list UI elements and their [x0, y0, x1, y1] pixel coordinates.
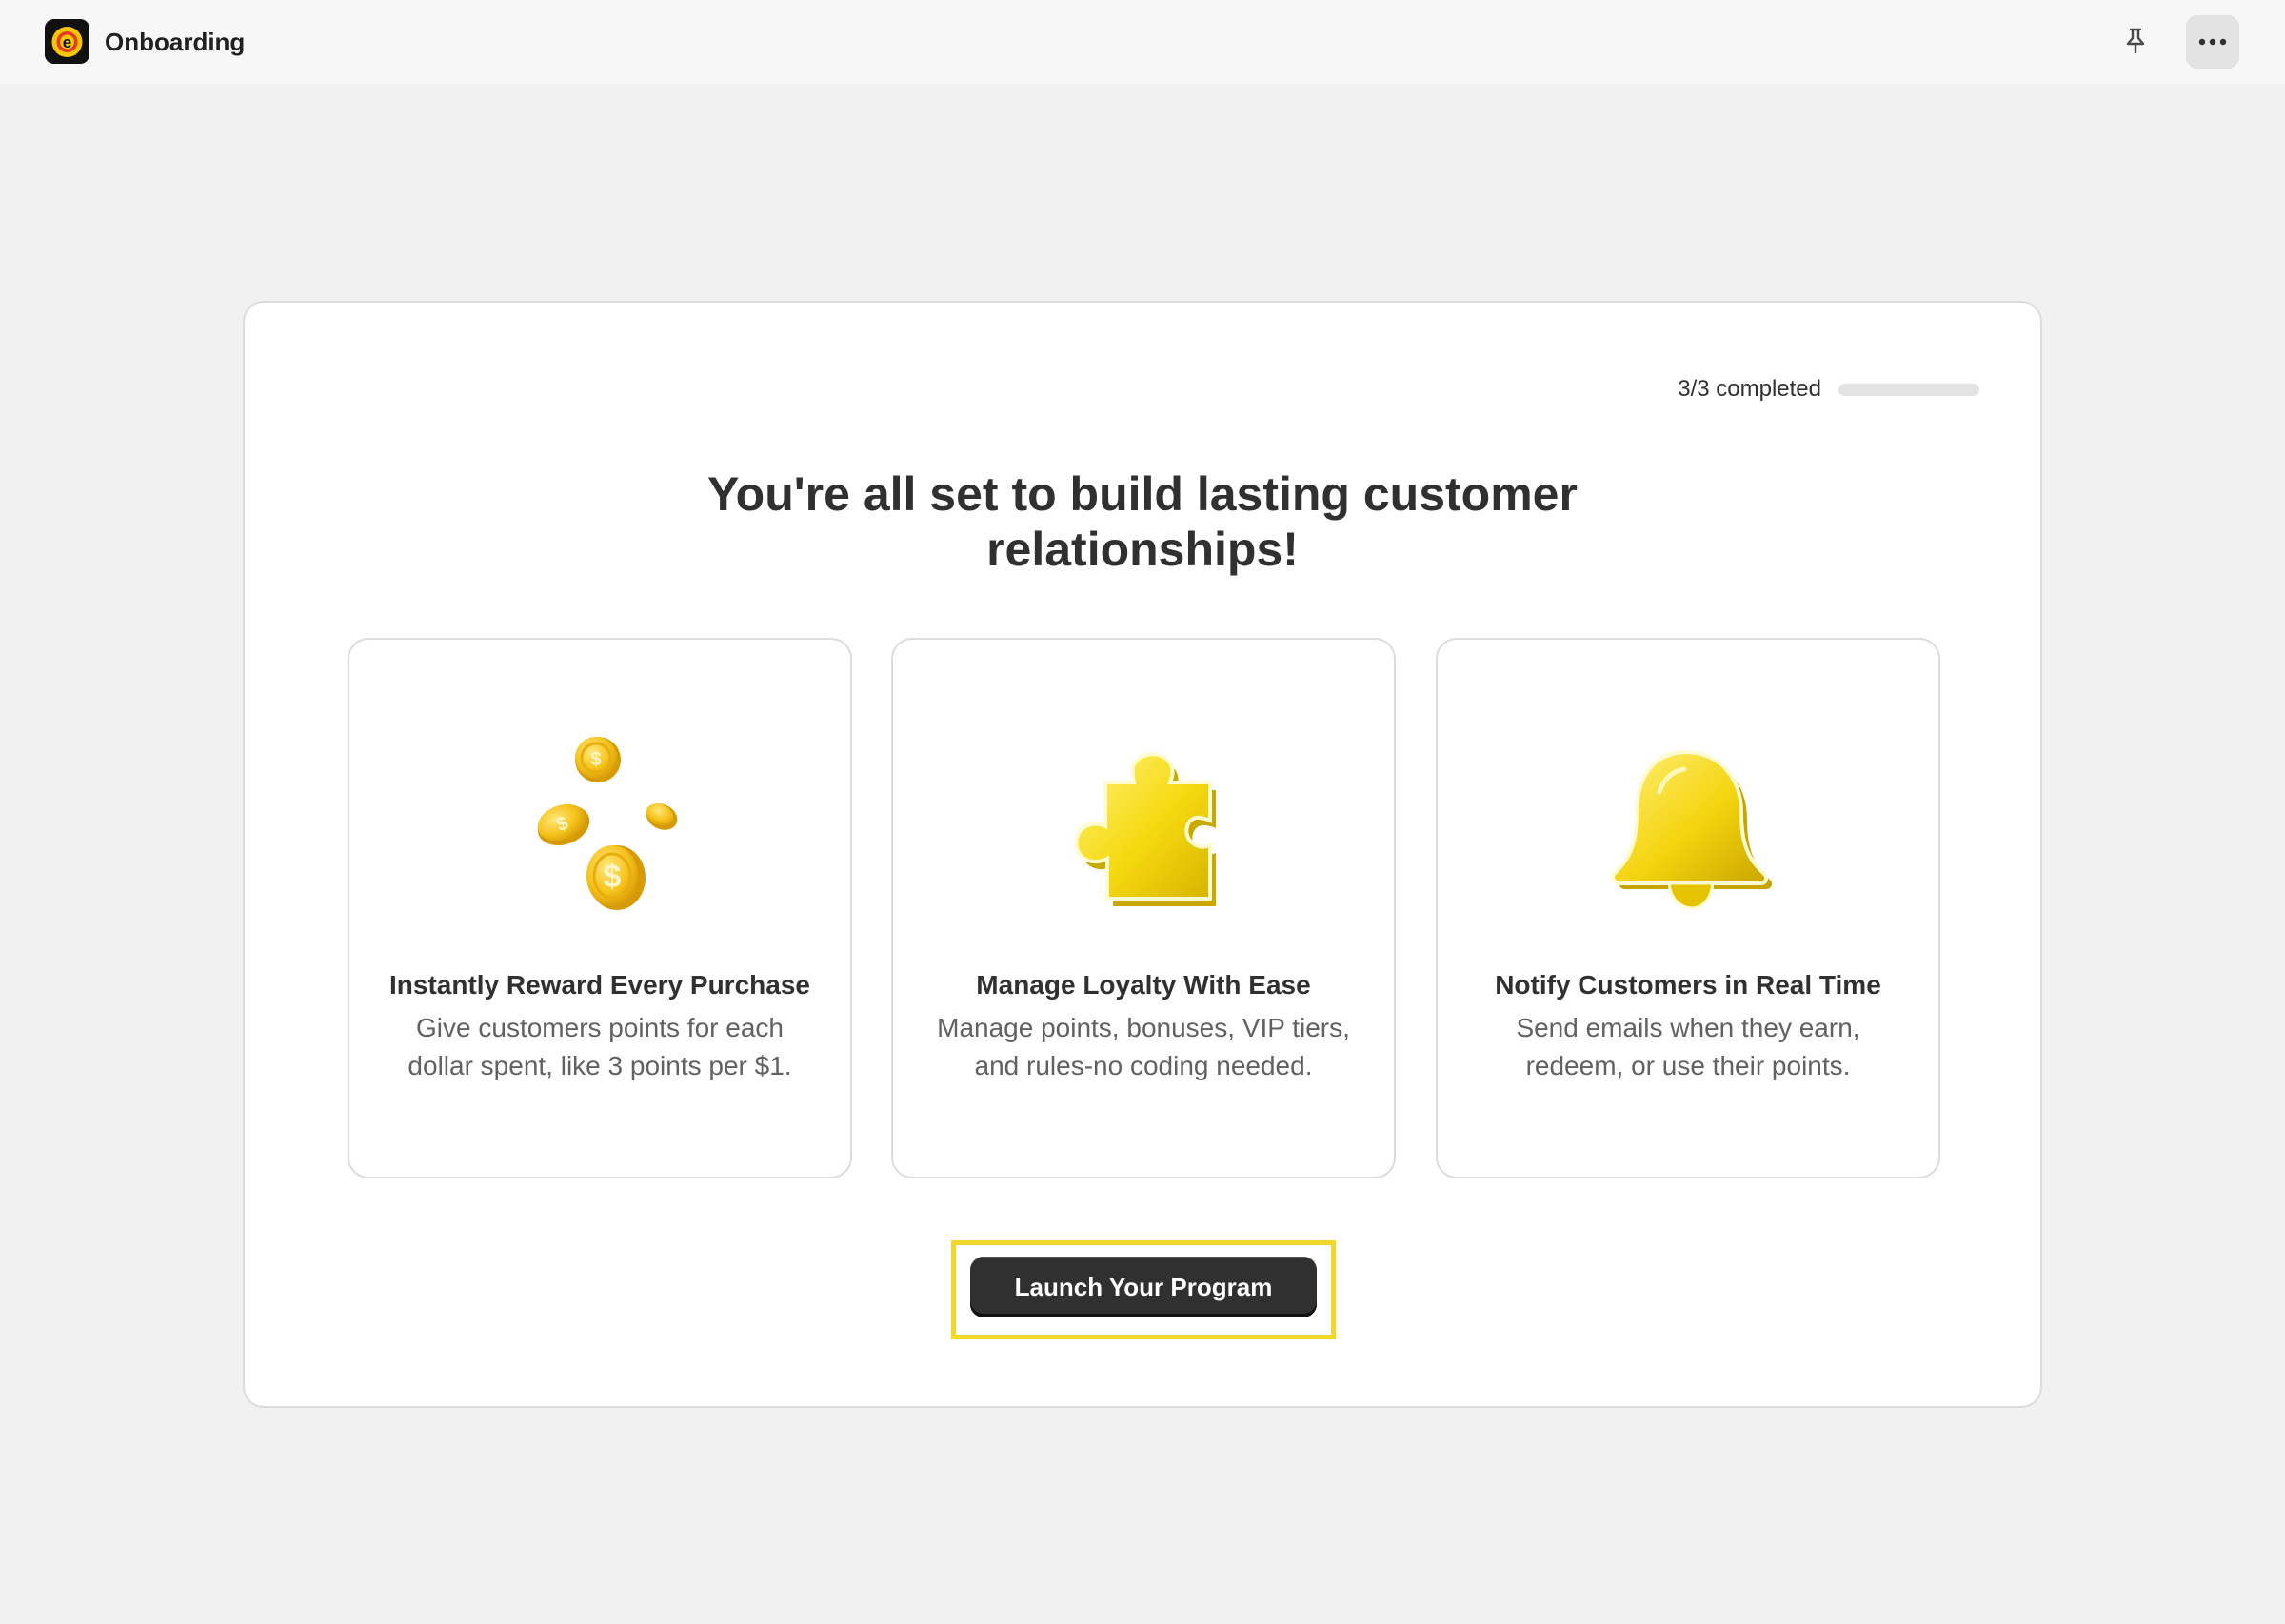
feature-title: Notify Customers in Real Time — [1495, 970, 1881, 1000]
onboarding-card: 3/3 completed You're all set to build la… — [243, 301, 2042, 1408]
feature-description: Send emails when they earn, redeem, or u… — [1516, 1013, 1860, 1080]
app-logo-icon: e — [45, 19, 89, 64]
svg-text:$: $ — [590, 749, 601, 770]
page-title: Onboarding — [105, 28, 246, 56]
top-bar: e Onboarding — [0, 0, 2285, 84]
feature-card-manage: Manage Loyalty With Ease Manage points, … — [891, 638, 1396, 1178]
headline-line-2: relationships! — [986, 523, 1299, 576]
feature-card-reward: $ $ $ Instantly Reward Every Purchase Gi… — [348, 638, 852, 1178]
pin-icon — [2126, 28, 2145, 54]
svg-text:$: $ — [604, 859, 622, 895]
puzzle-piece-icon — [1074, 752, 1216, 906]
headline: You're all set to build lasting customer… — [245, 466, 2040, 577]
feature-list: $ $ $ Instantly Reward Every Purchase Gi… — [348, 638, 1941, 1178]
pin-button[interactable] — [2117, 23, 2154, 59]
headline-line-1: You're all set to build lasting customer — [707, 467, 1578, 521]
feature-description: Manage points, bonuses, VIP tiers, and r… — [937, 1013, 1350, 1080]
coins-icon: $ $ $ — [537, 737, 678, 910]
progress-bar — [1838, 383, 1979, 396]
progress-fill — [1838, 383, 1979, 396]
feature-title: Manage Loyalty With Ease — [976, 970, 1311, 1000]
feature-description: Give customers points for each dollar sp… — [407, 1013, 792, 1080]
svg-text:e: e — [63, 33, 71, 51]
bell-icon — [1611, 749, 1773, 910]
feature-card-notify: Notify Customers in Real Time Send email… — [1436, 638, 1940, 1178]
more-horizontal-icon — [2198, 38, 2227, 46]
launch-program-button[interactable]: Launch Your Program — [970, 1257, 1317, 1317]
progress-label: 3/3 completed — [1678, 376, 1821, 402]
feature-title: Instantly Reward Every Purchase — [389, 970, 810, 1000]
more-actions-button[interactable] — [2186, 15, 2239, 69]
progress-indicator: 3/3 completed — [1678, 375, 1979, 404]
